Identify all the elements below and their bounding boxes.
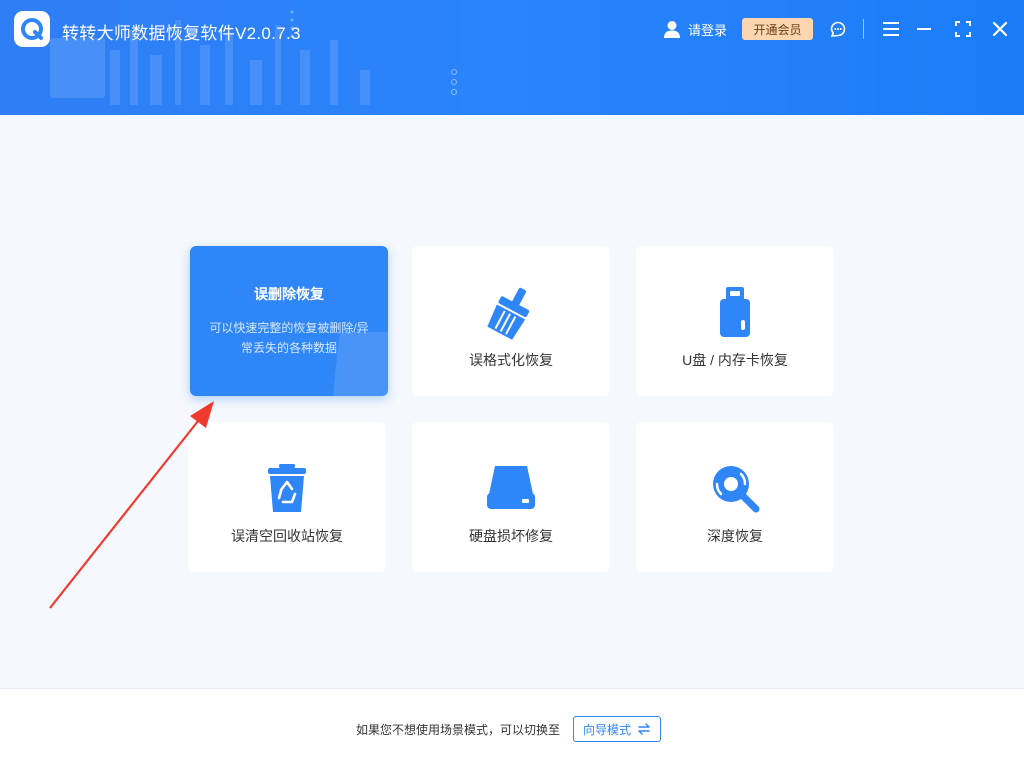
card-label: 硬盘损坏修复 <box>469 528 553 544</box>
maximize-icon[interactable] <box>953 19 973 39</box>
menu-icon[interactable] <box>881 19 901 39</box>
login-button[interactable]: 请登录 <box>662 17 727 41</box>
guide-mode-button[interactable]: 向导模式 <box>573 716 661 742</box>
user-icon <box>664 21 680 38</box>
card-label: 误清空回收站恢复 <box>231 528 343 544</box>
vip-button[interactable]: 开通会员 <box>742 18 813 40</box>
guide-mode-label: 向导模式 <box>582 722 631 737</box>
mode-card-recycle-bin-recovery[interactable]: 误清空回收站恢复 <box>188 422 386 572</box>
minimize-icon[interactable] <box>914 19 934 39</box>
title-bar: 转转大师数据恢复软件V2.0.7.3 请登录 开通会员 <box>0 0 1024 115</box>
mode-card-format-recovery[interactable]: 误格式化恢复 <box>412 246 610 396</box>
card-watermark-shape <box>332 332 388 396</box>
mode-card-usb-recovery[interactable]: U盘 / 内存卡恢复 <box>636 246 834 396</box>
switch-arrows-icon <box>638 723 650 735</box>
mode-card-deep-recovery[interactable]: 深度恢复 <box>636 422 834 572</box>
hard-disk-icon <box>483 460 539 516</box>
footer-bar: 如果您不想使用场景模式，可以切换至 向导模式 <box>0 688 1024 768</box>
card-label: 深度恢复 <box>707 528 763 544</box>
login-label: 请登录 <box>688 22 728 38</box>
close-icon[interactable] <box>990 19 1010 39</box>
broom-icon <box>483 284 539 340</box>
footer-hint-text: 如果您不想使用场景模式，可以切换至 <box>356 723 561 737</box>
recycle-bin-icon <box>259 460 315 516</box>
usb-drive-icon <box>707 284 763 340</box>
card-label: U盘 / 内存卡恢复 <box>682 352 788 368</box>
customer-service-icon[interactable] <box>828 19 848 39</box>
mode-card-disk-repair[interactable]: 硬盘损坏修复 <box>412 422 610 572</box>
app-title: 转转大师数据恢复软件V2.0.7.3 <box>62 24 301 43</box>
card-title: 误删除恢复 <box>254 286 324 302</box>
mode-card-delete-recovery[interactable]: 误删除恢复 可以快速完整的恢复被删除/异常丢失的各种数据 <box>190 246 388 396</box>
deep-scan-icon <box>707 460 763 516</box>
app-logo <box>14 11 50 47</box>
header-divider <box>863 19 864 39</box>
header-decoration <box>50 10 457 105</box>
card-label: 误格式化恢复 <box>469 352 553 368</box>
